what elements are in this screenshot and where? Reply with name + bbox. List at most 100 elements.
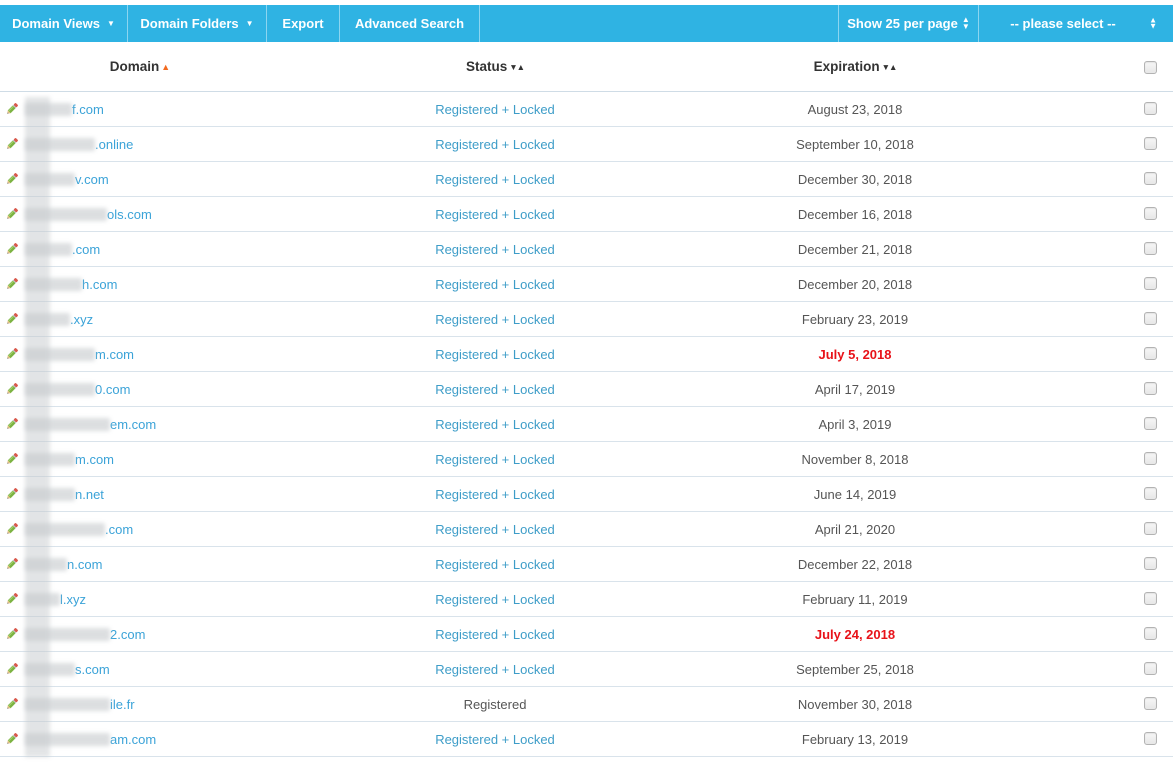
- edit-domain-button[interactable]: [0, 451, 25, 467]
- domain-link[interactable]: em.com: [25, 417, 360, 432]
- domain-link[interactable]: l.xyz: [25, 592, 360, 607]
- status-text: Registered + Locked: [360, 277, 630, 292]
- edit-domain-button[interactable]: [0, 276, 25, 292]
- row-checkbox[interactable]: [1144, 592, 1157, 605]
- table-header-row: Domain▲ Status▼▲ Expiration▼▲: [0, 42, 1173, 92]
- edit-domain-button[interactable]: [0, 591, 25, 607]
- row-checkbox[interactable]: [1144, 487, 1157, 500]
- expiration-date: June 14, 2019: [630, 487, 1080, 502]
- row-checkbox[interactable]: [1144, 697, 1157, 710]
- domain-folders-label: Domain Folders: [140, 16, 238, 31]
- table-row: v.comRegistered + LockedDecember 30, 201…: [0, 162, 1173, 197]
- domain-link[interactable]: .com: [25, 242, 360, 257]
- edit-domain-button[interactable]: [0, 346, 25, 362]
- edit-pencil-icon: [4, 384, 20, 401]
- edit-domain-button[interactable]: [0, 416, 25, 432]
- row-checkbox[interactable]: [1144, 522, 1157, 535]
- domain-views-button[interactable]: Domain Views ▼: [0, 5, 128, 42]
- domain-suffix-text: s.com: [75, 662, 110, 677]
- edit-domain-button[interactable]: [0, 626, 25, 642]
- domain-link[interactable]: .com: [25, 522, 360, 537]
- edit-pencil-icon: [4, 104, 20, 121]
- column-header-status[interactable]: Status▼▲: [360, 59, 630, 74]
- row-checkbox[interactable]: [1144, 207, 1157, 220]
- row-checkbox[interactable]: [1144, 347, 1157, 360]
- edit-domain-button[interactable]: [0, 486, 25, 502]
- edit-pencil-icon: [4, 699, 20, 716]
- expiration-column-label: Expiration: [814, 59, 880, 74]
- edit-domain-button[interactable]: [0, 696, 25, 712]
- status-text: Registered + Locked: [360, 732, 630, 747]
- row-checkbox[interactable]: [1144, 732, 1157, 745]
- spinner-arrows-icon: ▲▼: [962, 17, 970, 30]
- edit-domain-button[interactable]: [0, 171, 25, 187]
- column-header-domain[interactable]: Domain▲: [25, 59, 360, 74]
- edit-domain-button[interactable]: [0, 206, 25, 222]
- edit-domain-button[interactable]: [0, 731, 25, 747]
- domain-link[interactable]: n.com: [25, 557, 360, 572]
- edit-domain-button[interactable]: [0, 556, 25, 572]
- row-checkbox[interactable]: [1144, 417, 1157, 430]
- domain-link[interactable]: m.com: [25, 347, 360, 362]
- bulk-action-select[interactable]: -- please select -- ▲▼: [978, 5, 1173, 42]
- edit-pencil-icon: [4, 594, 20, 611]
- row-checkbox[interactable]: [1144, 137, 1157, 150]
- column-header-expiration[interactable]: Expiration▼▲: [630, 59, 1080, 74]
- redacted-domain-name: [25, 663, 75, 676]
- row-checkbox[interactable]: [1144, 277, 1157, 290]
- domain-link[interactable]: 0.com: [25, 382, 360, 397]
- status-text: Registered + Locked: [360, 662, 630, 677]
- row-checkbox[interactable]: [1144, 312, 1157, 325]
- domain-link[interactable]: .online: [25, 137, 360, 152]
- row-checkbox[interactable]: [1144, 102, 1157, 115]
- per-page-label: Show 25 per page: [847, 16, 958, 31]
- edit-domain-button[interactable]: [0, 101, 25, 117]
- expiration-date: February 13, 2019: [630, 732, 1080, 747]
- row-checkbox[interactable]: [1144, 557, 1157, 570]
- domain-link[interactable]: h.com: [25, 277, 360, 292]
- domain-link[interactable]: ols.com: [25, 207, 360, 222]
- edit-domain-button[interactable]: [0, 661, 25, 677]
- row-checkbox[interactable]: [1144, 242, 1157, 255]
- domain-folders-button[interactable]: Domain Folders ▼: [128, 5, 267, 42]
- status-text: Registered + Locked: [360, 627, 630, 642]
- row-checkbox[interactable]: [1144, 662, 1157, 675]
- domain-suffix-text: n.com: [67, 557, 102, 572]
- domain-link[interactable]: f.com: [25, 102, 360, 117]
- edit-domain-button[interactable]: [0, 311, 25, 327]
- redacted-domain-name: [25, 278, 82, 291]
- advanced-search-button[interactable]: Advanced Search: [340, 5, 480, 42]
- edit-domain-button[interactable]: [0, 136, 25, 152]
- table-row: s.comRegistered + LockedSeptember 25, 20…: [0, 652, 1173, 687]
- domain-link[interactable]: .xyz: [25, 312, 360, 327]
- domain-link[interactable]: ile.fr: [25, 697, 360, 712]
- row-checkbox[interactable]: [1144, 172, 1157, 185]
- status-text: Registered + Locked: [360, 102, 630, 117]
- per-page-select[interactable]: Show 25 per page ▲▼: [838, 5, 978, 42]
- domain-link[interactable]: n.net: [25, 487, 360, 502]
- edit-domain-button[interactable]: [0, 241, 25, 257]
- status-text: Registered + Locked: [360, 347, 630, 362]
- domain-link[interactable]: am.com: [25, 732, 360, 747]
- edit-domain-button[interactable]: [0, 381, 25, 397]
- table-row: 2.comRegistered + LockedJuly 24, 2018: [0, 617, 1173, 652]
- expiration-date: February 11, 2019: [630, 592, 1080, 607]
- row-checkbox-cell: [1080, 240, 1173, 258]
- row-checkbox[interactable]: [1144, 382, 1157, 395]
- domain-suffix-text: ols.com: [107, 207, 152, 222]
- redacted-domain-name: [25, 138, 95, 151]
- table-row: n.netRegistered + LockedJune 14, 2019: [0, 477, 1173, 512]
- domain-link[interactable]: 2.com: [25, 627, 360, 642]
- row-checkbox[interactable]: [1144, 452, 1157, 465]
- domain-link[interactable]: m.com: [25, 452, 360, 467]
- edit-pencil-icon: [4, 489, 20, 506]
- domain-link[interactable]: v.com: [25, 172, 360, 187]
- domain-link[interactable]: s.com: [25, 662, 360, 677]
- row-checkbox-cell: [1080, 555, 1173, 573]
- redacted-domain-name: [25, 208, 107, 221]
- edit-domain-button[interactable]: [0, 521, 25, 537]
- select-all-checkbox[interactable]: [1144, 61, 1157, 74]
- export-button[interactable]: Export: [267, 5, 340, 42]
- chevron-down-icon: ▼: [107, 20, 115, 28]
- row-checkbox[interactable]: [1144, 627, 1157, 640]
